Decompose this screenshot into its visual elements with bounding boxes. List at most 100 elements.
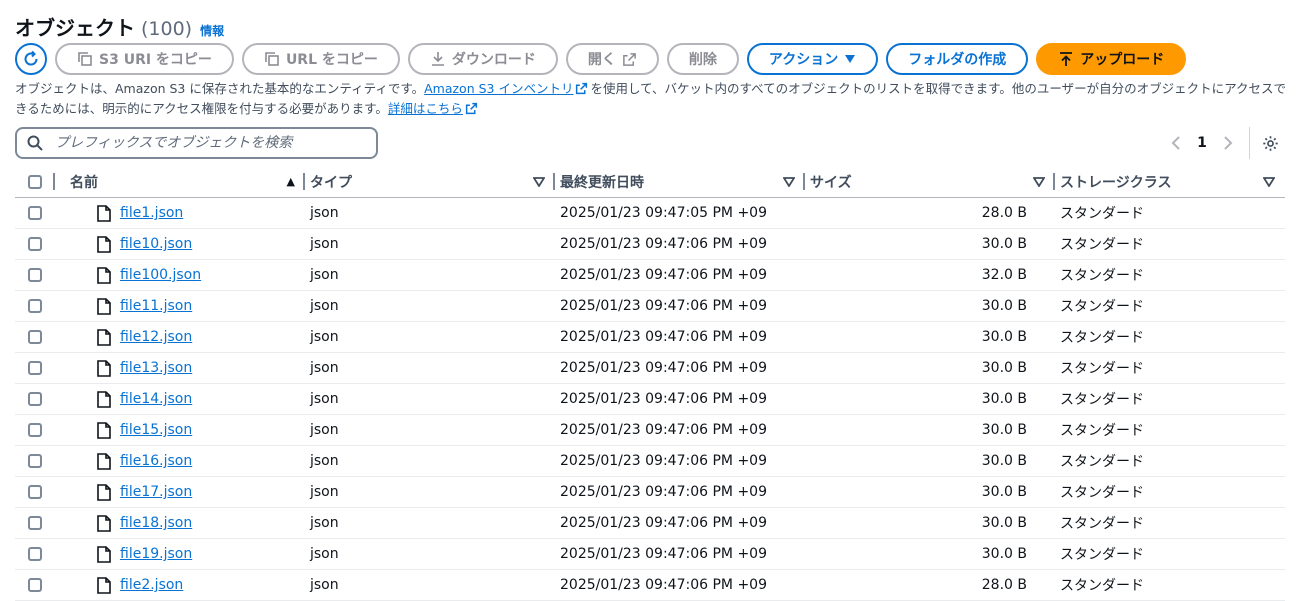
object-name-link[interactable]: file2.json	[120, 577, 183, 593]
s3-inventory-link[interactable]: Amazon S3 インベントリ	[424, 81, 573, 96]
column-header-name[interactable]: 名前 ▲	[55, 166, 305, 198]
sort-icon	[533, 176, 545, 187]
open-button[interactable]: 開く	[565, 43, 659, 75]
table-row: file2.json json 2025/01/23 09:47:06 PM +09…	[15, 569, 1285, 601]
row-checkbox[interactable]	[28, 206, 42, 220]
table-row: file15.json json 2025/01/23 09:47:06 PM +0…	[15, 414, 1285, 446]
delete-label: 削除	[688, 52, 717, 68]
object-name-link[interactable]: file15.json	[120, 422, 192, 438]
size-cell: 32.0 B	[805, 259, 1055, 291]
type-cell: json	[305, 259, 555, 291]
search-box	[15, 127, 378, 159]
size-cell: 28.0 B	[805, 197, 1055, 229]
object-name-link[interactable]: file17.json	[120, 484, 192, 500]
file-icon	[97, 328, 111, 346]
previous-page-button[interactable]	[1165, 136, 1187, 150]
row-checkbox[interactable]	[28, 392, 42, 406]
object-name-link[interactable]: file1.json	[120, 205, 183, 221]
row-select-cell	[15, 445, 55, 477]
preferences-button[interactable]	[1262, 135, 1279, 152]
learn-more-link[interactable]: 詳細はこちら	[388, 101, 463, 116]
object-name-link[interactable]: file18.json	[120, 515, 192, 531]
column-header-size[interactable]: サイズ	[805, 166, 1055, 198]
row-select-cell	[15, 476, 55, 508]
copy-s3-uri-button[interactable]: S3 URI をコピー	[55, 43, 234, 75]
modified-cell: 2025/01/23 09:47:06 PM +09	[555, 290, 805, 322]
copy-url-button[interactable]: URL をコピー	[241, 43, 400, 75]
row-select-cell	[15, 538, 55, 570]
refresh-button[interactable]	[15, 43, 47, 75]
toolbar: S3 URI をコピー URL をコピー ダウンロード 開く 削除 アクション …	[15, 43, 1187, 75]
file-icon	[97, 576, 111, 594]
object-name-link[interactable]: file10.json	[120, 236, 192, 252]
type-cell: json	[305, 352, 555, 384]
object-name-link[interactable]: file16.json	[120, 453, 192, 469]
modified-cell: 2025/01/23 09:47:06 PM +09	[555, 259, 805, 291]
name-cell: file14.json	[55, 383, 305, 415]
object-name-link[interactable]: file13.json	[120, 360, 192, 376]
row-checkbox[interactable]	[28, 330, 42, 344]
storage-class-cell: スタンダード	[1055, 197, 1285, 229]
row-checkbox[interactable]	[28, 547, 42, 561]
size-cell: 30.0 B	[805, 290, 1055, 322]
copy-url-label: URL をコピー	[285, 52, 378, 68]
row-checkbox[interactable]	[28, 237, 42, 251]
type-cell: json	[305, 569, 555, 601]
row-checkbox[interactable]	[28, 361, 42, 375]
storage-class-cell: スタンダード	[1055, 507, 1285, 539]
file-icon	[97, 266, 111, 284]
caret-down-icon	[845, 55, 856, 63]
type-cell: json	[305, 414, 555, 446]
download-button[interactable]: ダウンロード	[407, 43, 558, 75]
row-checkbox[interactable]	[28, 516, 42, 530]
size-cell: 30.0 B	[805, 352, 1055, 384]
delete-button[interactable]: 削除	[666, 43, 739, 75]
size-cell: 30.0 B	[805, 228, 1055, 260]
name-cell: file19.json	[55, 538, 305, 570]
type-cell: json	[305, 290, 555, 322]
object-name-link[interactable]: file12.json	[120, 329, 192, 345]
upload-button[interactable]: アップロード	[1036, 43, 1187, 75]
row-checkbox[interactable]	[28, 423, 42, 437]
file-icon	[97, 390, 111, 408]
object-name-link[interactable]: file14.json	[120, 391, 192, 407]
size-cell: 30.0 B	[805, 507, 1055, 539]
name-cell: file12.json	[55, 321, 305, 353]
table-header-row: 名前 ▲ タイプ 最終更新日時 サイズ ストレージクラス	[15, 166, 1285, 198]
table-row: file14.json json 2025/01/23 09:47:06 PM +0…	[15, 383, 1285, 415]
select-all-checkbox[interactable]	[28, 174, 42, 189]
column-label-storage-class: ストレージクラス	[1060, 174, 1172, 191]
row-select-cell	[15, 197, 55, 229]
row-checkbox[interactable]	[28, 299, 42, 313]
modified-cell: 2025/01/23 09:47:06 PM +09	[555, 352, 805, 384]
size-cell: 30.0 B	[805, 476, 1055, 508]
column-header-modified[interactable]: 最終更新日時	[555, 166, 805, 198]
column-header-storage-class[interactable]: ストレージクラス	[1055, 166, 1285, 198]
modified-cell: 2025/01/23 09:47:06 PM +09	[555, 507, 805, 539]
info-link[interactable]: 情報	[200, 22, 224, 39]
type-cell: json	[305, 507, 555, 539]
name-cell: file16.json	[55, 445, 305, 477]
file-icon	[97, 235, 111, 253]
row-checkbox[interactable]	[28, 268, 42, 282]
next-page-button[interactable]	[1217, 136, 1239, 150]
search-input[interactable]	[53, 134, 376, 152]
create-folder-button[interactable]: フォルダの作成	[886, 43, 1029, 75]
actions-dropdown-button[interactable]: アクション	[746, 43, 879, 75]
object-name-link[interactable]: file19.json	[120, 546, 192, 562]
modified-cell: 2025/01/23 09:47:06 PM +09	[555, 228, 805, 260]
column-label-name: 名前	[70, 174, 98, 191]
row-checkbox[interactable]	[28, 454, 42, 468]
sort-icon	[783, 176, 795, 187]
modified-cell: 2025/01/23 09:47:06 PM +09	[555, 476, 805, 508]
column-header-type[interactable]: タイプ	[305, 166, 555, 198]
current-page[interactable]: 1	[1187, 135, 1217, 151]
name-cell: file18.json	[55, 507, 305, 539]
row-checkbox[interactable]	[28, 485, 42, 499]
object-name-link[interactable]: file11.json	[120, 298, 192, 314]
object-name-link[interactable]: file100.json	[120, 267, 201, 283]
file-icon	[97, 421, 111, 439]
storage-class-cell: スタンダード	[1055, 290, 1285, 322]
row-checkbox[interactable]	[28, 578, 42, 592]
row-select-cell	[15, 228, 55, 260]
